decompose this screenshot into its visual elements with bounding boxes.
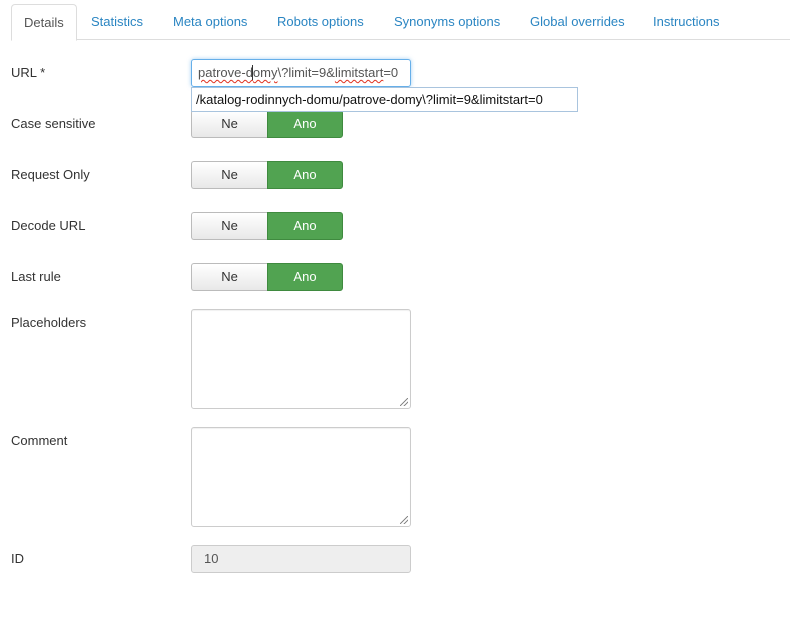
placeholders-label: Placeholders [11, 315, 87, 330]
tab-details[interactable]: Details [11, 4, 77, 41]
comment-label: Comment [11, 433, 68, 448]
decode-url-no-button[interactable]: Ne [191, 212, 267, 240]
decode-url-yes-button[interactable]: Ano [267, 212, 343, 240]
url-label: URL * [11, 65, 46, 80]
decode-url-toggle: Ne Ano [191, 212, 343, 240]
comment-textarea[interactable] [191, 427, 411, 527]
case-sensitive-no-button[interactable]: Ne [191, 110, 267, 138]
tab-statistics[interactable]: Statistics [91, 4, 143, 41]
request-only-yes-button[interactable]: Ano [267, 161, 343, 189]
tab-instructions[interactable]: Instructions [653, 4, 719, 41]
decode-url-label: Decode URL [11, 218, 86, 233]
url-value-part: patrove-d [198, 65, 253, 80]
case-sensitive-toggle: Ne Ano [191, 110, 343, 138]
request-only-label: Request Only [11, 167, 90, 182]
resize-grip-icon[interactable] [400, 398, 408, 406]
url-value-part: omy [252, 65, 278, 80]
request-only-no-button[interactable]: Ne [191, 161, 267, 189]
tab-global-overrides[interactable]: Global overrides [530, 4, 625, 41]
url-value-part: =0 [383, 65, 399, 80]
last-rule-yes-button[interactable]: Ano [267, 263, 343, 291]
tab-bar: Details Statistics Meta options Robots o… [11, 4, 790, 41]
url-autocomplete-suggestion[interactable]: /katalog-rodinnych-domu/patrove-domy\?li… [191, 87, 578, 112]
resize-grip-icon[interactable] [400, 516, 408, 524]
case-sensitive-label: Case sensitive [11, 116, 96, 131]
id-field: 10 [191, 545, 411, 573]
tab-synonyms-options[interactable]: Synonyms options [394, 4, 500, 41]
placeholders-textarea[interactable] [191, 309, 411, 409]
case-sensitive-yes-button[interactable]: Ano [267, 110, 343, 138]
url-value-part: limitstart [334, 65, 384, 80]
tab-robots-options[interactable]: Robots options [277, 4, 364, 41]
form-page: Details Statistics Meta options Robots o… [0, 0, 793, 638]
id-label: ID [11, 551, 24, 566]
url-input[interactable]: patrove-domy\?limit=9&limitstart=0 [191, 59, 411, 87]
request-only-toggle: Ne Ano [191, 161, 343, 189]
tab-meta-options[interactable]: Meta options [173, 4, 247, 41]
last-rule-toggle: Ne Ano [191, 263, 343, 291]
url-value-part: \?limit=9& [277, 65, 335, 80]
last-rule-label: Last rule [11, 269, 61, 284]
last-rule-no-button[interactable]: Ne [191, 263, 267, 291]
